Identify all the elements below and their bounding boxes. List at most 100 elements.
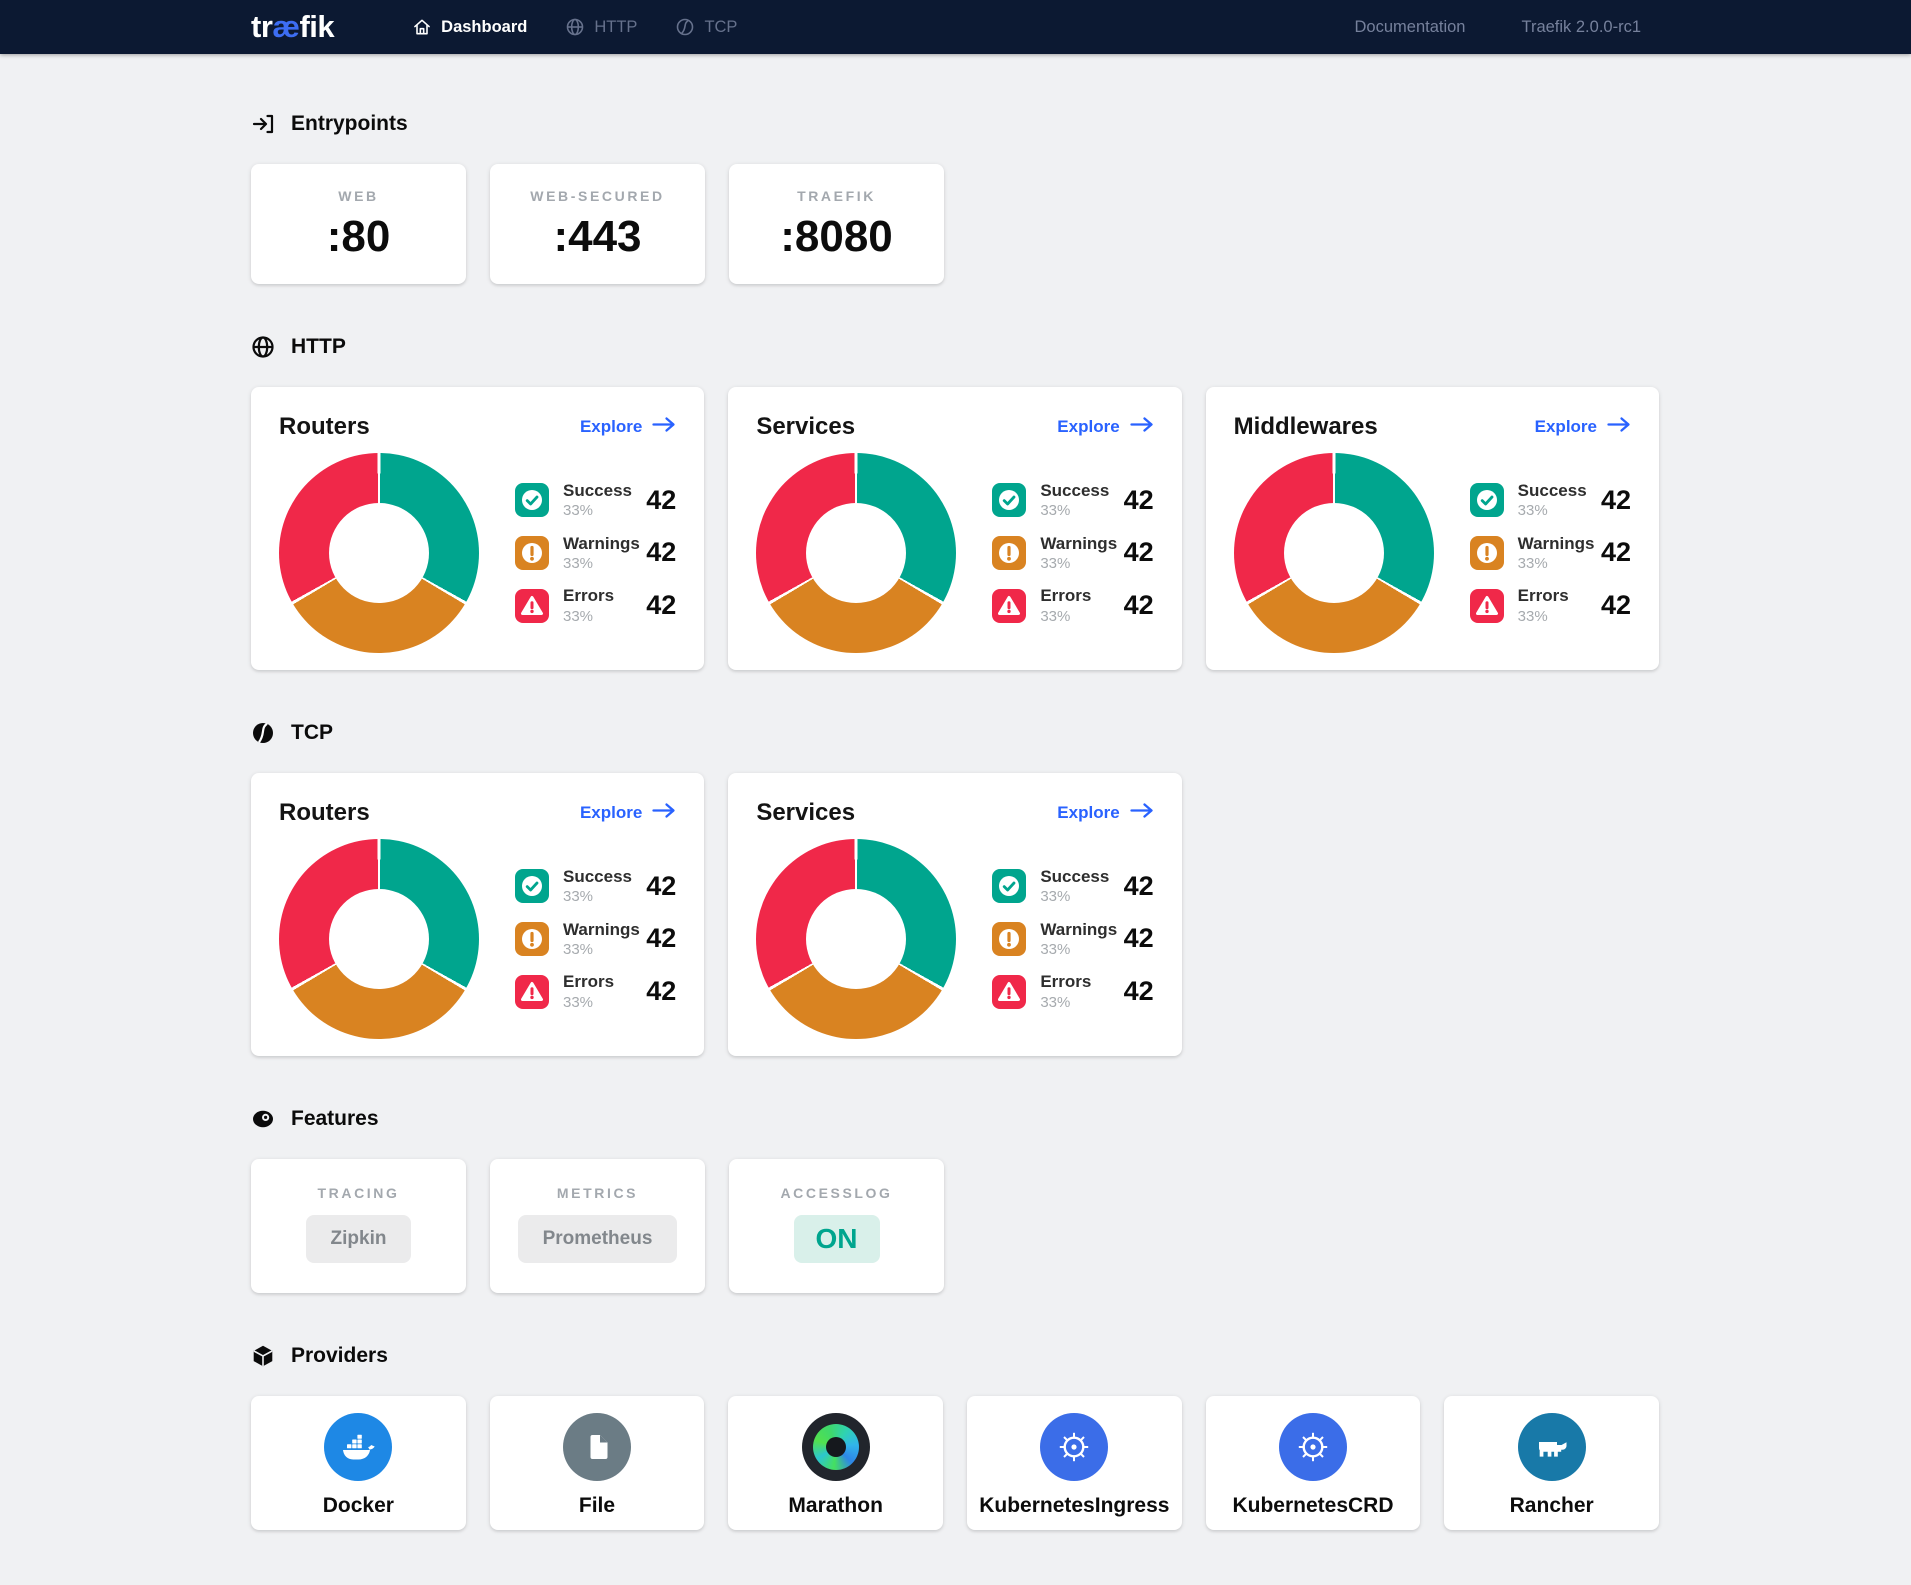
feature-card-metrics: METRICS Prometheus [490,1159,705,1293]
features-header: Features [251,1107,1659,1131]
legend-percent: 33% [1518,555,1595,572]
feature-name: ACCESSLOG [729,1185,944,1201]
nav-items: Dashboard HTTP TCP [374,17,737,37]
status-donut-chart [279,453,479,653]
tcp-cards-row: Routers Explore Success33% 42 [251,773,1659,1056]
error-icon [515,975,549,1009]
legend-percent: 33% [1040,608,1091,625]
legend-errors-row: Errors33% 42 [515,972,676,1011]
legend-label: Errors [1040,972,1091,992]
legend-label: Errors [563,586,614,606]
explore-link[interactable]: Explore [1535,416,1631,438]
legend-percent: 33% [1518,502,1587,519]
warning-icon [515,536,549,570]
legend-label: Success [1040,867,1109,887]
success-icon [515,869,549,903]
legend-count: 42 [1124,485,1154,516]
legend-warnings-row: Warnings33% 42 [515,534,676,573]
legend-count: 42 [1124,976,1154,1007]
feature-name: METRICS [490,1185,705,1201]
providers-section: Providers Docker [251,1344,1659,1530]
section-title-text: HTTP [291,335,346,359]
entrypoint-name: WEB [251,188,466,204]
legend-count: 42 [1124,871,1154,902]
legend-success-row: Success33% 42 [1470,481,1631,520]
legend-label: Errors [1518,586,1569,606]
entrypoint-card-web-secured: WEB-SECURED :443 [490,164,705,284]
provider-name: File [490,1494,705,1518]
legend-count: 42 [646,590,676,621]
legend-count: 42 [1601,590,1631,621]
feature-card-accesslog: ACCESSLOG ON [729,1159,944,1293]
legend-success-row: Success33% 42 [515,867,676,906]
section-title-text: TCP [291,721,333,745]
providers-header: Providers [251,1344,1659,1368]
provider-name: KubernetesIngress [967,1494,1182,1518]
legend-errors-row: Errors33% 42 [1470,586,1631,625]
card-title: Middlewares [1234,413,1378,441]
explore-label: Explore [580,417,642,437]
status-donut-chart [1234,453,1434,653]
provider-name: Marathon [728,1494,943,1518]
entrypoint-card-traefik: TRAEFIK :8080 [729,164,944,284]
legend-percent: 33% [563,608,614,625]
status-legend: Success33% 42 Warnings33% 42 Errors 33% 4… [992,867,1153,1011]
status-legend: Success33% 42 Warnings33% 42 Errors33% 4… [992,481,1153,625]
legend-percent: 33% [1040,941,1117,958]
legend-percent: 33% [563,994,614,1011]
warning-icon [992,536,1026,570]
feature-card-tracing: TRACING Zipkin [251,1159,466,1293]
nav-item-label: TCP [704,18,737,37]
entrypoints-header: Entrypoints [251,112,1659,136]
legend-success-row: Success33% 42 [992,867,1153,906]
docker-icon [324,1413,392,1481]
traefik-logo[interactable]: træfik [251,9,334,45]
status-legend: Success33% 42 Warnings33% 42 Errors33% 4… [515,481,676,625]
tcp-ball-icon [251,721,275,745]
explore-link[interactable]: Explore [580,802,676,824]
nav-item-dashboard[interactable]: Dashboard [412,17,527,37]
entrypoint-port: :80 [251,212,466,262]
documentation-link[interactable]: Documentation [1355,18,1466,37]
kubernetes-icon [1279,1413,1347,1481]
arrow-right-icon [1607,416,1631,438]
feature-value-chip: Zipkin [306,1215,412,1263]
kubernetes-icon [1040,1413,1108,1481]
explore-label: Explore [1535,417,1597,437]
legend-success-row: Success33% 42 [992,481,1153,520]
card-title: Routers [279,413,370,441]
error-icon [1470,589,1504,623]
http-header: HTTP [251,335,1659,359]
status-donut-chart [279,839,479,1039]
legend-label: Warnings [1518,534,1595,554]
legend-label: Warnings [563,920,640,940]
arrow-right-icon [652,802,676,824]
http-routers-card: Routers Explore Success33% 42 [251,387,704,670]
legend-label: Success [563,867,632,887]
legend-count: 42 [646,485,676,516]
legend-warnings-row: Warnings33% 42 [992,920,1153,959]
features-row: TRACING Zipkin METRICS Prometheus ACCESS… [251,1159,1659,1293]
legend-label: Errors [1040,586,1091,606]
success-icon [515,483,549,517]
rancher-bull-icon [1518,1413,1586,1481]
top-navbar: træfik Dashboard HTTP TCP Documentation … [0,0,1911,54]
logo-text: fik [299,9,334,44]
explore-label: Explore [1057,417,1119,437]
entrypoint-port: :443 [490,212,705,262]
tcp-routers-card: Routers Explore Success33% 42 [251,773,704,1056]
http-cards-row: Routers Explore Success33% 42 [251,387,1659,670]
legend-count: 42 [646,923,676,954]
explore-link[interactable]: Explore [1057,802,1153,824]
nav-item-http[interactable]: HTTP [565,17,637,37]
legend-count: 42 [1124,590,1154,621]
explore-label: Explore [580,803,642,823]
home-icon [412,17,432,37]
feature-on-chip: ON [794,1215,880,1263]
nav-item-tcp[interactable]: TCP [675,17,737,37]
explore-link[interactable]: Explore [1057,416,1153,438]
success-icon [992,869,1026,903]
explore-link[interactable]: Explore [580,416,676,438]
providers-row: Docker File Marathon [251,1396,1659,1530]
provider-card-docker: Docker [251,1396,466,1530]
